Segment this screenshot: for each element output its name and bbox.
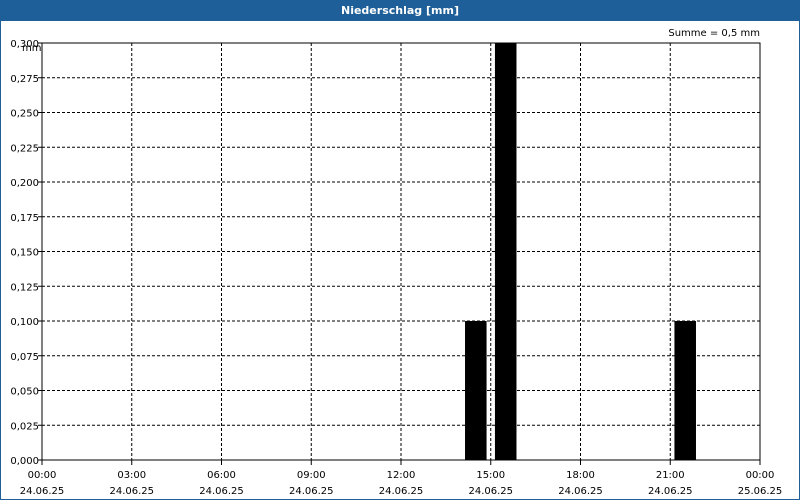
x-tick-date-label: 24.06.25 — [199, 486, 244, 497]
y-axis-ticks: 0,000 0,025 0,050 0,075 0,100 0,125 0,150 0,175… — [10, 39, 42, 467]
x-tick-time-label: 09:00 — [297, 470, 326, 481]
precipitation-bar — [465, 321, 487, 460]
x-axis-ticks: 00:00 24.06.25 03:00 24.06.25 06:00 24.06.25 0… — [20, 460, 783, 497]
x-tick-time-label: 12:00 — [387, 470, 416, 481]
x-tick-date-label: 24.06.25 — [109, 486, 154, 497]
y-tick-label: 0,250 — [10, 109, 39, 120]
precipitation-bar — [674, 321, 696, 460]
y-tick-label: 0,100 — [10, 317, 39, 328]
y-axis-unit-label: mm — [22, 43, 41, 54]
y-tick-label: 0,200 — [10, 178, 39, 189]
precipitation-bar — [494, 43, 517, 460]
x-tick-date-label: 24.06.25 — [468, 486, 513, 497]
y-tick-label: 0,150 — [10, 248, 39, 259]
x-tick-time-label: 15:00 — [476, 470, 505, 481]
x-tick-time-label: 00:00 — [746, 470, 775, 481]
x-tick-date-label: 24.06.25 — [20, 486, 65, 497]
precipitation-chart: 0,000 0,025 0,050 0,075 0,100 0,125 0,150 0,175… — [10, 28, 783, 497]
x-tick-date-label: 25.06.25 — [738, 486, 783, 497]
y-tick-label: 0,050 — [10, 387, 39, 398]
x-tick-date-label: 24.06.25 — [648, 486, 693, 497]
y-tick-label: 0,225 — [10, 143, 39, 154]
x-tick-time-label: 21:00 — [656, 470, 685, 481]
y-tick-label: 0,125 — [10, 282, 39, 293]
x-tick-time-label: 18:00 — [566, 470, 595, 481]
x-tick-time-label: 06:00 — [207, 470, 236, 481]
x-tick-date-label: 24.06.25 — [289, 486, 334, 497]
y-tick-label: 0,175 — [10, 213, 39, 224]
y-tick-label: 0,275 — [10, 74, 39, 85]
y-tick-label: 0,000 — [10, 456, 39, 467]
y-tick-label: 0,075 — [10, 352, 39, 363]
sum-label: Summe = 0,5 mm — [668, 28, 760, 39]
x-tick-date-label: 24.06.25 — [379, 486, 424, 497]
x-tick-time-label: 03:00 — [117, 470, 146, 481]
x-tick-date-label: 24.06.25 — [558, 486, 603, 497]
x-tick-time-label: 00:00 — [28, 470, 57, 481]
y-tick-label: 0,025 — [10, 421, 39, 432]
grid-lines — [42, 42, 760, 460]
